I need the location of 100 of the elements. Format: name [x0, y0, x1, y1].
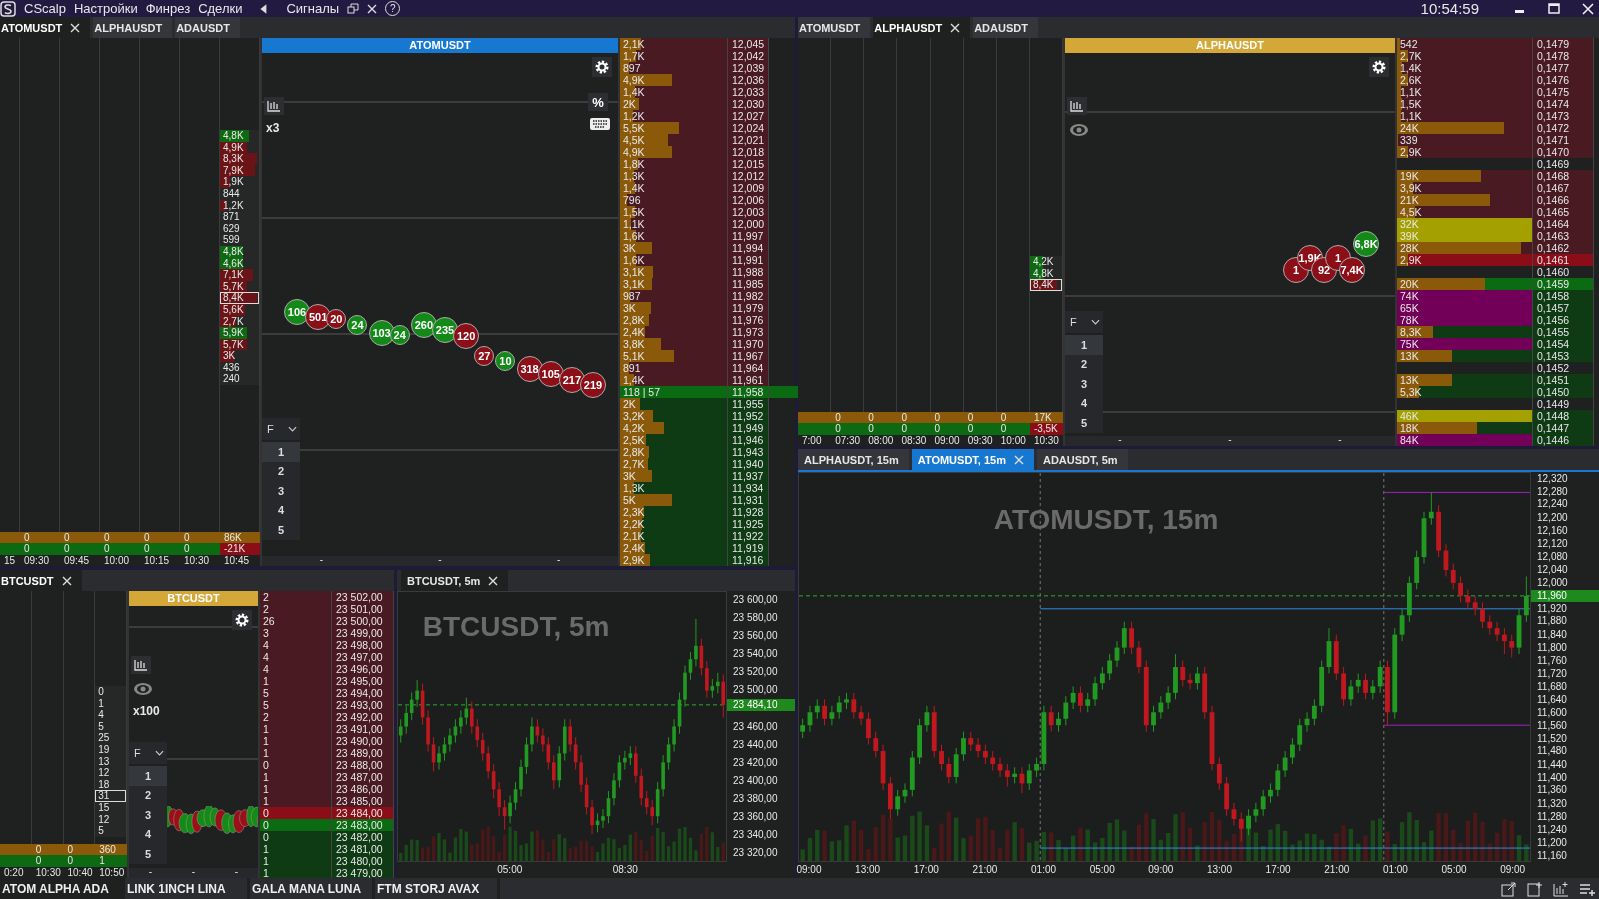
- volume-value[interactable]: 3K: [623, 302, 636, 314]
- volume-value[interactable]: 75K: [1400, 338, 1419, 350]
- volume-value[interactable]: 5K: [623, 494, 636, 506]
- volume-value[interactable]: 1: [263, 783, 269, 795]
- volume-value[interactable]: 897: [623, 62, 641, 74]
- workspace-tab[interactable]: GALA MANA LUNA: [250, 878, 375, 899]
- chart-tab[interactable]: ADAUSDT, 5m: [1037, 449, 1128, 470]
- level-button[interactable]: 3: [1065, 374, 1103, 394]
- close-icon[interactable]: [70, 22, 81, 33]
- volume-value[interactable]: 339: [1400, 134, 1418, 146]
- volume-value[interactable]: 4,5K: [1400, 206, 1422, 218]
- filter-dropdown[interactable]: F: [262, 418, 300, 440]
- volume-value[interactable]: 1: [263, 735, 269, 747]
- volume-value[interactable]: 5,3K: [1400, 386, 1422, 398]
- volume-value[interactable]: 1: [263, 747, 269, 759]
- level-button[interactable]: 2: [262, 461, 300, 481]
- volume-value[interactable]: 1: [263, 867, 269, 878]
- level-button[interactable]: 2: [129, 785, 167, 805]
- volume-value[interactable]: 4: [263, 663, 269, 675]
- volume-value[interactable]: 28K: [1400, 242, 1419, 254]
- add-chart-icon[interactable]: [1553, 880, 1569, 897]
- volume-value[interactable]: 0: [263, 759, 269, 771]
- add-window-icon[interactable]: [1527, 880, 1543, 897]
- volume-value[interactable]: 2K: [623, 398, 636, 410]
- volume-value[interactable]: 2: [263, 603, 269, 615]
- volume-value[interactable]: 2: [263, 591, 269, 603]
- volume-value[interactable]: 1: [263, 795, 269, 807]
- volume-value[interactable]: 78K: [1400, 314, 1419, 326]
- volume-value[interactable]: 5: [263, 687, 269, 699]
- volume-value[interactable]: 2K: [623, 98, 636, 110]
- volume-value[interactable]: 0: [263, 807, 269, 819]
- filter-dropdown[interactable]: F: [129, 742, 167, 764]
- volume-value[interactable]: 13K: [1400, 374, 1419, 386]
- menu-item[interactable]: Настройки: [73, 1, 138, 16]
- close-icon[interactable]: [950, 22, 961, 33]
- volume-value[interactable]: 987: [623, 290, 641, 302]
- instrument-tab[interactable]: BTCUSDT: [0, 570, 82, 591]
- filter-dropdown[interactable]: F: [1065, 311, 1103, 333]
- volume-value[interactable]: 1,4K: [1400, 62, 1422, 74]
- volume-value[interactable]: 24K: [1400, 122, 1419, 134]
- volume-value[interactable]: 8,3K: [1400, 326, 1422, 338]
- workspace-tab[interactable]: LINK 1INCH LINA: [125, 878, 250, 899]
- chart-tab[interactable]: BTCUSDT, 5m: [401, 570, 509, 591]
- level-button[interactable]: 4: [262, 500, 300, 520]
- instrument-tab[interactable]: ADAUSDT: [973, 17, 1038, 38]
- eye-icon[interactable]: [1067, 121, 1087, 139]
- instrument-tab[interactable]: ATOMUSDT: [798, 17, 871, 38]
- volume-value[interactable]: 74K: [1400, 290, 1419, 302]
- volume-value[interactable]: 20K: [1400, 278, 1419, 290]
- chart-icon[interactable]: [131, 656, 151, 674]
- volume-value[interactable]: 18K: [1400, 422, 1419, 434]
- volume-value[interactable]: 3,9K: [1400, 182, 1422, 194]
- volume-value[interactable]: 4: [263, 651, 269, 663]
- external-window-icon[interactable]: [1501, 880, 1517, 897]
- settings-button[interactable]: [1369, 57, 1389, 77]
- level-button[interactable]: 5: [262, 520, 300, 540]
- chart-tab[interactable]: ALPHAUSDT, 15m: [798, 449, 909, 470]
- volume-value[interactable]: 2,7K: [1400, 50, 1422, 62]
- close-icon[interactable]: [367, 3, 378, 14]
- volume-value[interactable]: 3K: [623, 242, 636, 254]
- volume-value[interactable]: 2,9K: [1400, 254, 1422, 266]
- volume-value[interactable]: 4: [263, 639, 269, 651]
- level-button[interactable]: 4: [129, 824, 167, 844]
- detach-icon[interactable]: [347, 2, 360, 15]
- instrument-tab[interactable]: ADAUSDT: [175, 17, 240, 38]
- volume-value[interactable]: 13K: [1400, 350, 1419, 362]
- close-icon[interactable]: [61, 575, 72, 586]
- volume-value[interactable]: 891: [623, 362, 641, 374]
- close-icon[interactable]: [1581, 2, 1595, 15]
- level-button[interactable]: 1: [1065, 335, 1103, 355]
- level-button[interactable]: 3: [262, 481, 300, 501]
- workspace-tab[interactable]: FTM STORJ AVAX: [375, 878, 500, 899]
- instrument-tab[interactable]: ALPHAUSDT: [93, 17, 173, 38]
- level-button[interactable]: 1: [129, 766, 167, 786]
- instrument-tab[interactable]: ATOMUSDT: [0, 17, 91, 38]
- instrument-tab[interactable]: ALPHAUSDT: [873, 17, 971, 38]
- volume-value[interactable]: 2: [263, 711, 269, 723]
- level-button[interactable]: 5: [129, 844, 167, 864]
- chart-tab[interactable]: ATOMUSDT, 15m: [911, 449, 1034, 470]
- chart-icon[interactable]: [264, 97, 284, 115]
- volume-value[interactable]: 2,9K: [1400, 146, 1422, 158]
- volume-value[interactable]: 1,1K: [1400, 86, 1422, 98]
- eye-icon[interactable]: [131, 680, 151, 698]
- workspace-tab[interactable]: ATOM ALPHA ADA: [0, 878, 125, 899]
- level-button[interactable]: 1: [262, 442, 300, 462]
- volume-value[interactable]: 3: [263, 627, 269, 639]
- volume-value[interactable]: 5: [263, 699, 269, 711]
- volume-value[interactable]: 542: [1400, 38, 1418, 50]
- menu-item[interactable]: Финрез: [145, 1, 191, 16]
- close-icon[interactable]: [488, 575, 499, 586]
- settings-button[interactable]: [592, 57, 612, 77]
- volume-value[interactable]: 0: [263, 831, 269, 843]
- volume-value[interactable]: 2,6K: [1400, 74, 1422, 86]
- volume-value[interactable]: 21K: [1400, 194, 1419, 206]
- volume-value[interactable]: 1,1K: [1400, 110, 1422, 122]
- volume-value[interactable]: 118 | 57: [623, 386, 660, 398]
- level-button[interactable]: 2: [1065, 354, 1103, 374]
- volume-value[interactable]: 3K: [623, 470, 636, 482]
- volume-value[interactable]: 26: [263, 615, 275, 627]
- volume-value[interactable]: 0: [263, 819, 269, 831]
